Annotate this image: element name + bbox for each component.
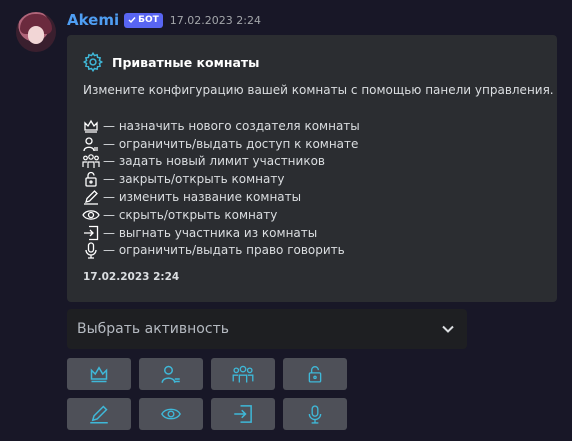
embed-title: Приватные комнаты [82, 51, 259, 73]
embed-title-text: Приватные комнаты [112, 54, 260, 70]
list-item-label: — скрыть/открыть комнату [103, 207, 278, 222]
list-item-label: — изменить название комнаты [103, 190, 302, 205]
list-item-label: — закрыть/открыть комнату [103, 172, 285, 187]
pencil-icon [90, 405, 108, 424]
visibility-button[interactable] [139, 398, 203, 430]
kick-member-button[interactable] [211, 398, 275, 430]
list-item-label: — ограничить/выдать право говорить [103, 243, 345, 258]
embed-description: Измените конфигурацию вашей комнаты с по… [83, 83, 554, 97]
message-timestamp: 17.02.2023 2:24 [169, 13, 261, 27]
lock-icon [308, 366, 322, 383]
message-header: Akemi БОТ 17.02.2023 2:24 [67, 10, 261, 30]
member-limit-button[interactable] [211, 358, 275, 390]
username[interactable]: Akemi [67, 11, 119, 29]
user-access-icon [161, 365, 180, 383]
gear-icon [82, 51, 104, 73]
list-item: — задать новый лимит участников [81, 153, 360, 171]
crown-icon [90, 366, 108, 383]
checkmark-icon [128, 17, 136, 24]
list-item: — скрыть/открыть комнату [81, 206, 360, 224]
members-icon [81, 153, 101, 170]
list-item-label: — задать новый лимит участников [103, 154, 325, 169]
voice-permission-button[interactable] [283, 398, 347, 430]
user-access-icon [81, 135, 101, 152]
avatar-face [28, 26, 44, 44]
activity-select[interactable]: Выбрать активность [67, 309, 467, 349]
rename-button[interactable] [67, 398, 131, 430]
list-item: — назначить нового создателя комнаты [81, 117, 360, 135]
avatar[interactable] [16, 12, 56, 52]
transfer-ownership-button[interactable] [67, 358, 131, 390]
list-item-label: — назначить нового создателя комнаты [103, 118, 360, 133]
bot-badge: БОТ [124, 12, 163, 28]
eye-icon [161, 408, 181, 420]
kick-icon [234, 405, 252, 423]
list-item: — ограничить/выдать доступ к комнате [81, 135, 360, 153]
list-item: — изменить название комнаты [81, 188, 360, 206]
crown-icon [81, 117, 101, 134]
list-item-label: — ограничить/выдать доступ к комнате [103, 136, 359, 151]
pencil-icon [81, 189, 101, 206]
list-item: — выгнать участника из комнаты [81, 224, 360, 242]
lock-room-button[interactable] [283, 358, 347, 390]
microphone-icon [81, 242, 101, 259]
access-button[interactable] [139, 358, 203, 390]
activity-select-placeholder: Выбрать активность [77, 321, 229, 337]
kick-icon [81, 224, 101, 241]
bot-badge-label: БОТ [138, 14, 159, 25]
lock-icon [81, 171, 101, 188]
embed: Приватные комнаты Измените конфигурацию … [67, 35, 557, 302]
members-icon [232, 365, 254, 383]
permission-list: — назначить нового создателя комнаты — о… [81, 117, 360, 259]
list-item: — ограничить/выдать право говорить [81, 242, 360, 260]
list-item: — закрыть/открыть комнату [81, 170, 360, 188]
chevron-down-icon [442, 325, 454, 333]
eye-icon [81, 206, 101, 223]
microphone-icon [308, 404, 322, 424]
embed-footer-timestamp: 17.02.2023 2:24 [83, 271, 180, 283]
list-item-label: — выгнать участника из комнаты [103, 225, 318, 240]
